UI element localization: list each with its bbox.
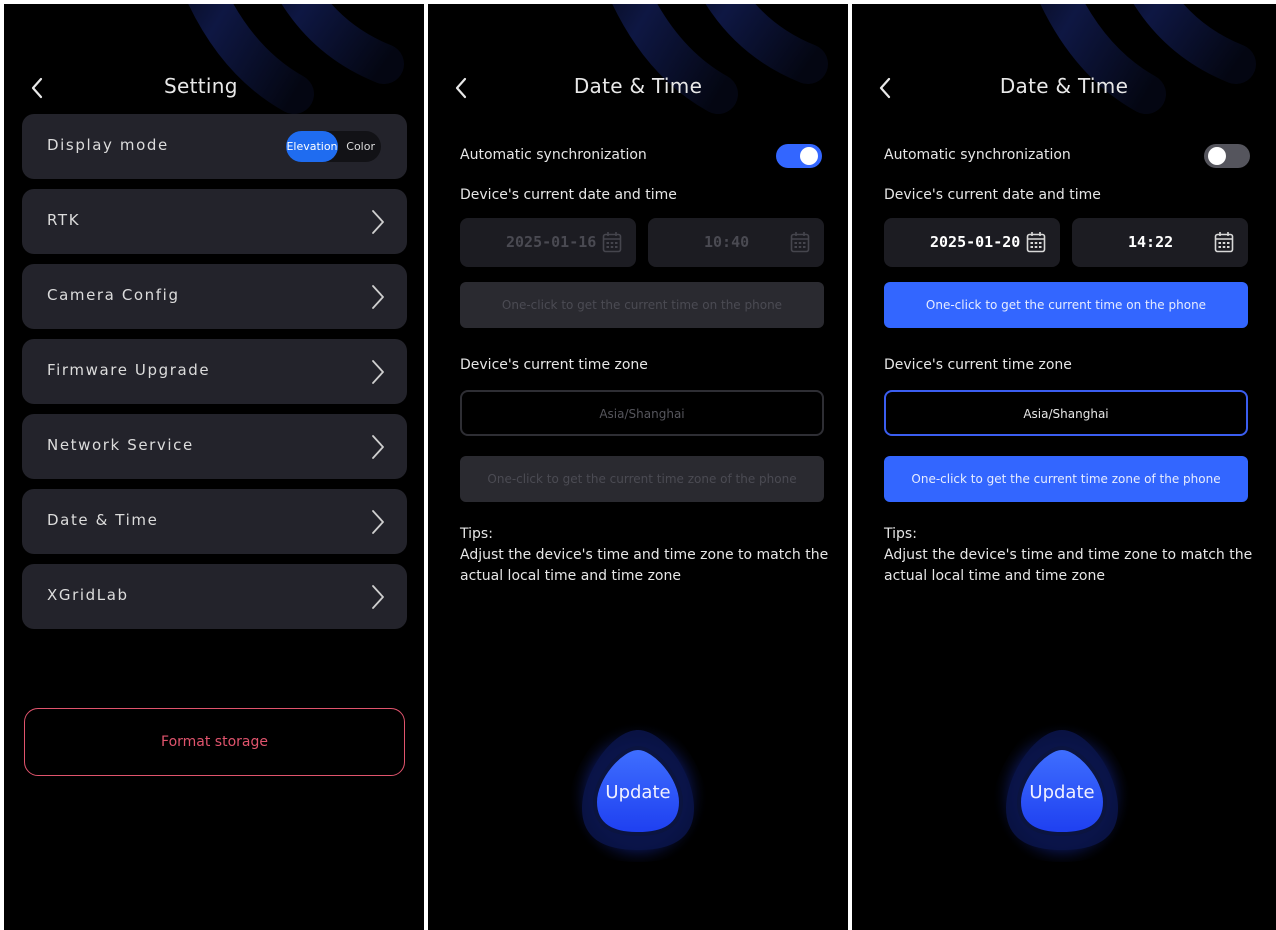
calendar-icon: [602, 232, 622, 253]
calendar-icon: [1026, 232, 1046, 253]
get-phone-time-button[interactable]: One-click to get the current time on the…: [884, 282, 1248, 328]
menu-item-label: RTK: [47, 211, 81, 229]
display-mode-row: Display mode Elevation Color: [22, 114, 407, 179]
current-date-time-label: Device's current date and time: [884, 187, 1101, 203]
calendar-icon: [790, 232, 810, 253]
get-phone-time-button[interactable]: One-click to get the current time on the…: [460, 282, 824, 328]
chevron-right-icon: [372, 585, 384, 609]
page-title: Setting: [164, 74, 238, 98]
date-field[interactable]: 2025-01-16: [460, 218, 636, 267]
menu-item-firmware-upgrade[interactable]: Firmware Upgrade: [22, 339, 407, 404]
page-title: Date & Time: [573, 74, 703, 98]
chevron-right-icon: [372, 210, 384, 234]
date-value: 2025-01-16: [506, 233, 597, 251]
auto-sync-toggle[interactable]: [1204, 144, 1250, 168]
auto-sync-label: Automatic synchronization: [884, 147, 1071, 163]
menu-item-label: Firmware Upgrade: [47, 361, 211, 379]
time-value: 10:40: [704, 233, 750, 251]
time-zone-field[interactable]: Asia/Shanghai: [884, 390, 1248, 436]
get-phone-time-zone-button[interactable]: One-click to get the current time zone o…: [884, 456, 1248, 502]
calendar-icon: [1214, 232, 1234, 253]
tips-title: Tips:: [460, 526, 493, 542]
settings-screen: Setting Display mode Elevation Color RTK…: [4, 4, 424, 930]
format-storage-button[interactable]: Format storage: [24, 708, 405, 776]
update-button[interactable]: [1015, 744, 1109, 838]
update-button-container: Update: [982, 708, 1142, 868]
date-field[interactable]: 2025-01-20: [884, 218, 1060, 267]
date-time-screen-auto: Date & Time Automatic synchronization De…: [428, 4, 848, 930]
chevron-right-icon: [372, 510, 384, 534]
date-time-screen-manual: Date & Time Automatic synchronization De…: [852, 4, 1276, 930]
tips-block: Tips: Adjust the device's time and time …: [460, 524, 830, 587]
menu-item-label: XGridLab: [47, 586, 129, 604]
auto-sync-label: Automatic synchronization: [460, 147, 647, 163]
display-mode-segmented-control[interactable]: Elevation Color: [286, 131, 381, 162]
chevron-right-icon: [372, 285, 384, 309]
menu-item-label: Camera Config: [47, 286, 180, 304]
current-date-time-label: Device's current date and time: [460, 187, 677, 203]
chevron-left-icon[interactable]: [26, 74, 48, 102]
tips-text: Adjust the device's time and time zone t…: [884, 547, 1253, 584]
date-value: 2025-01-20: [930, 233, 1021, 251]
menu-item-network-service[interactable]: Network Service: [22, 414, 407, 479]
date-time-header: Date & Time: [428, 66, 848, 110]
menu-item-label: Network Service: [47, 436, 194, 454]
display-mode-option-elevation[interactable]: Elevation: [286, 131, 338, 162]
menu-item-date-time[interactable]: Date & Time: [22, 489, 407, 554]
chevron-right-icon: [372, 360, 384, 384]
time-zone-label: Device's current time zone: [460, 357, 648, 373]
time-zone-label: Device's current time zone: [884, 357, 1072, 373]
menu-item-label: Date & Time: [47, 511, 159, 529]
menu-item-camera-config[interactable]: Camera Config: [22, 264, 407, 329]
time-zone-field[interactable]: Asia/Shanghai: [460, 390, 824, 436]
auto-sync-toggle[interactable]: [776, 144, 822, 168]
date-time-header: Date & Time: [852, 66, 1276, 110]
tips-text: Adjust the device's time and time zone t…: [460, 547, 829, 584]
chevron-right-icon: [372, 435, 384, 459]
tips-block: Tips: Adjust the device's time and time …: [884, 524, 1254, 587]
time-value: 14:22: [1128, 233, 1174, 251]
display-mode-option-color[interactable]: Color: [346, 131, 375, 162]
toggle-knob: [800, 147, 818, 165]
page-title: Date & Time: [999, 74, 1129, 98]
get-phone-time-zone-button[interactable]: One-click to get the current time zone o…: [460, 456, 824, 502]
time-field[interactable]: 14:22: [1072, 218, 1248, 267]
menu-item-rtk[interactable]: RTK: [22, 189, 407, 254]
display-mode-label: Display mode: [47, 136, 169, 154]
settings-header: Setting: [4, 66, 424, 110]
tips-title: Tips:: [884, 526, 917, 542]
time-field[interactable]: 10:40: [648, 218, 824, 267]
toggle-knob: [1208, 147, 1226, 165]
update-button-container: Update: [558, 708, 718, 868]
menu-item-xgridlab[interactable]: XGridLab: [22, 564, 407, 629]
update-button[interactable]: [591, 744, 685, 838]
